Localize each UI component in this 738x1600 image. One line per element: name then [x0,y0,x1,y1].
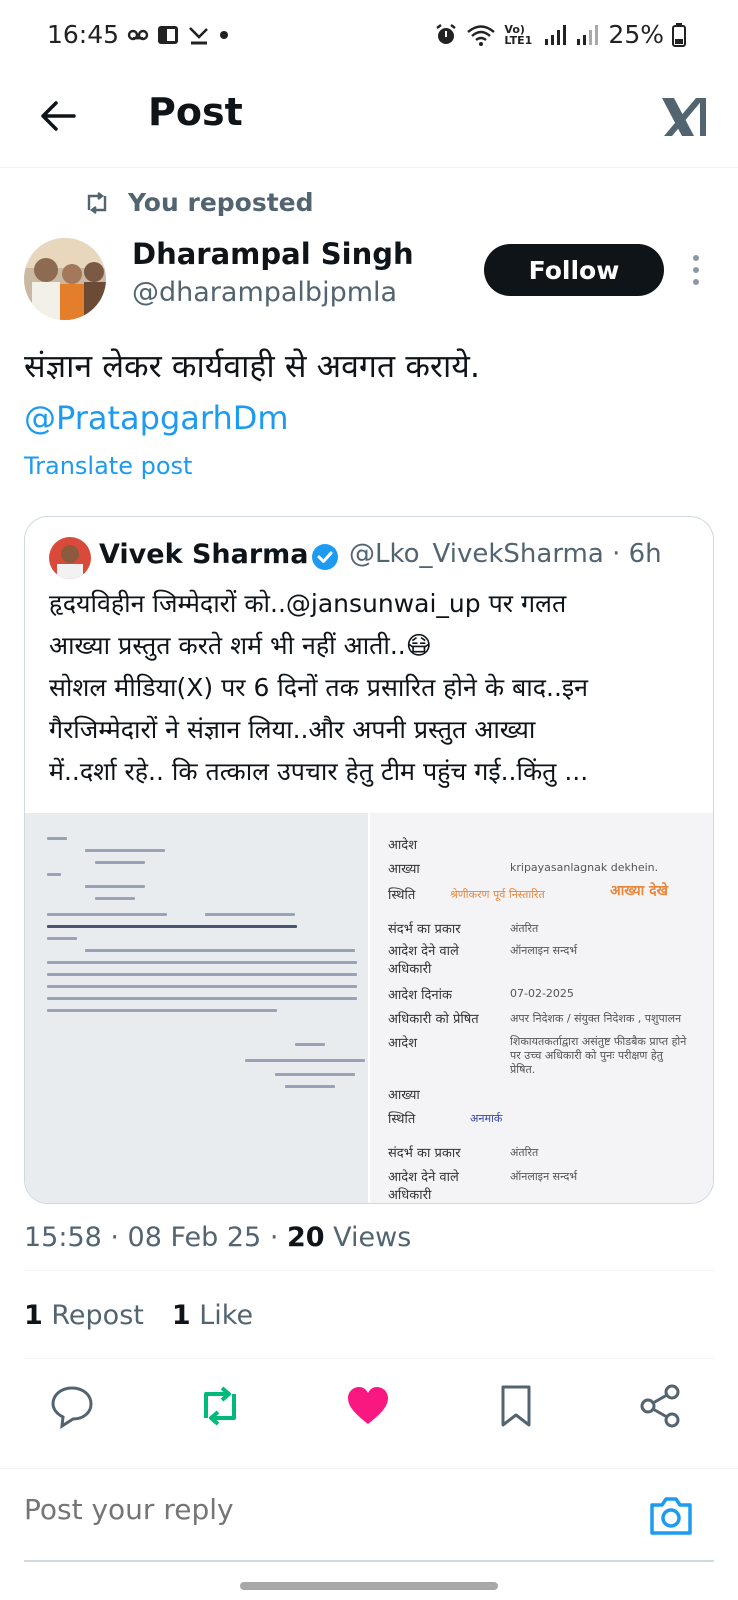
view-report-link: आख्या देखे [610,883,669,899]
signal-2-icon [577,24,599,45]
quoted-post-text: हृदयविहीन जिम्मेदारों को..@jansunwai_up … [49,583,699,793]
portal-value: शिकायतकर्ताद्वारा असंतुष्ट फीडबैक प्राप्… [510,1035,687,1076]
portal-label: स्थिति [388,1112,416,1127]
portal-label: आदेश देने वाले [388,1170,459,1185]
reposts-stat[interactable]: 1 Repost [24,1300,144,1331]
quoted-text-line: आख्या प्रस्तुत करते शर्म भी नहीं आती..😷 [49,631,432,660]
battery-icon [672,22,686,47]
avatar[interactable] [24,238,106,320]
quoted-text-line: सोशल मीडिया(X) पर 6 दिनों तक प्रसारित हो… [49,673,589,702]
portal-value: ऑनलाइन सन्दर्भ [510,944,578,957]
repost-context-icon [87,191,107,214]
signal-icon [545,24,567,45]
quoted-author-handle: @Lko_VivekSharma · 6h [349,539,662,569]
reposts-count: 1 [24,1300,43,1331]
portal-label: संदर्भ का प्रकार [388,922,461,937]
quoted-post[interactable]: Vivek Sharma @Lko_VivekSharma · 6h हृदयव… [24,516,714,1204]
portal-value: अपर निदेशक / संयुक्त निदेशक , पशुपालन [510,1012,682,1025]
camera-icon[interactable] [648,1495,694,1537]
alarm-icon [436,23,457,44]
dot-icon [220,31,228,39]
verified-badge-icon [312,544,338,570]
status-time: 16:45 [47,20,120,49]
portal-value: ऑनलाइन सन्दर्भ [510,1170,578,1183]
likes-stat[interactable]: 1 Like [172,1300,253,1331]
translate-post-link[interactable]: Translate post [24,452,192,480]
bookmark-icon[interactable] [492,1382,540,1430]
portal-label: अधिकारी को प्रेषित [388,1012,479,1027]
timestamp: 15:58 · 08 Feb 25 · [24,1222,287,1253]
network-label: Vo) LTE1 [504,22,533,47]
portal-value: kripayasanlagnak dekhein. [510,861,659,874]
portal-label: आदेश दिनांक [388,988,452,1003]
missed-call-icon [189,27,208,45]
heart-icon[interactable] [344,1382,392,1430]
quoted-avatar [49,537,91,579]
notification-icons [127,24,229,46]
likes-label: Like [190,1300,254,1331]
follow-button[interactable]: Follow [484,244,664,296]
reply-input[interactable] [24,1493,624,1526]
quoted-media[interactable]: आदेश आख्या kripayasanlagnak dekhein. स्थ… [25,813,713,1203]
repost-icon[interactable] [196,1382,244,1430]
post-text: संज्ञान लेकर कार्यवाही से अवगत कराये. @P… [24,340,714,444]
avatar-image [24,238,106,320]
portal-label: आख्या [388,1088,420,1103]
portal-value: अंतरित [510,922,539,935]
wifi-icon [467,24,496,46]
quoted-text-line: में..दर्शा रहे.. कि तत्काल उपचार हेतु टी… [49,757,589,786]
quoted-text-line: गैरजिम्मेदारों ने संज्ञान लिया..और अपनी … [49,715,536,744]
portal-value: 07-02-2025 [510,987,574,1000]
portal-label: आदेश देने वाले [388,944,459,959]
home-indicator[interactable] [240,1582,498,1590]
portal-label: संदर्भ का प्रकार [388,1146,461,1161]
portal-label: आदेश [388,1036,418,1051]
portal-value: अंतरित [510,1146,539,1159]
reposts-label: Repost [42,1300,144,1331]
post-body: संज्ञान लेकर कार्यवाही से अवगत कराये. [24,347,481,385]
app-notification-icon [158,26,178,44]
divider [24,1358,714,1359]
repost-context-text: You reposted [128,188,314,217]
divider [24,1270,714,1271]
document-image[interactable] [25,813,370,1203]
x-logo-icon[interactable] [660,92,710,142]
share-icon[interactable] [636,1382,684,1430]
portal-label: आख्या [388,862,420,877]
reply-underline [24,1560,714,1562]
action-bar [0,1370,738,1450]
quoted-avatar-image [49,537,91,579]
repost-context: You reposted [84,188,314,217]
portal-value: श्रेणीकरण पूर्व निस्तारित [450,888,545,901]
quoted-text-line: हृदयविहीन जिम्मेदारों को..@jansunwai_up … [49,589,567,618]
views-count: 20 [287,1222,325,1253]
arrow-left-icon[interactable] [36,94,80,138]
status-right: Vo) LTE1 25% [434,20,686,49]
author-name[interactable]: Dharampal Singh [132,237,414,271]
page-title: Post [148,90,243,134]
quoted-author-name: Vivek Sharma [99,539,309,570]
post-stats: 1 Repost 1 Like [24,1300,253,1331]
voicemail-icon [127,29,149,41]
more-vertical-icon[interactable] [684,252,708,288]
reply-bar [0,1468,738,1564]
portal-label: अधिकारी [388,962,432,977]
likes-count: 1 [171,1300,191,1331]
top-bar: Post [0,72,738,168]
mention-link[interactable]: @PratapgarhDm [24,392,714,444]
author-handle[interactable]: @dharampalbjpmla [132,277,397,308]
post-meta: 15:58 · 08 Feb 25 · 20 Views [24,1222,411,1253]
views-label: Views [324,1222,412,1253]
portal-label: स्थिति [388,888,416,903]
status-bar: 16:45 Vo) LTE1 25% [0,0,738,72]
portal-label: आदेश [388,838,418,853]
portal-label: अधिकारी [388,1188,432,1203]
portal-screenshot[interactable]: आदेश आख्या kripayasanlagnak dekhein. स्थ… [370,813,713,1203]
portal-value: अनमार्क [470,1112,503,1125]
reply-icon[interactable] [48,1382,96,1430]
battery-percent: 25% [608,20,664,49]
